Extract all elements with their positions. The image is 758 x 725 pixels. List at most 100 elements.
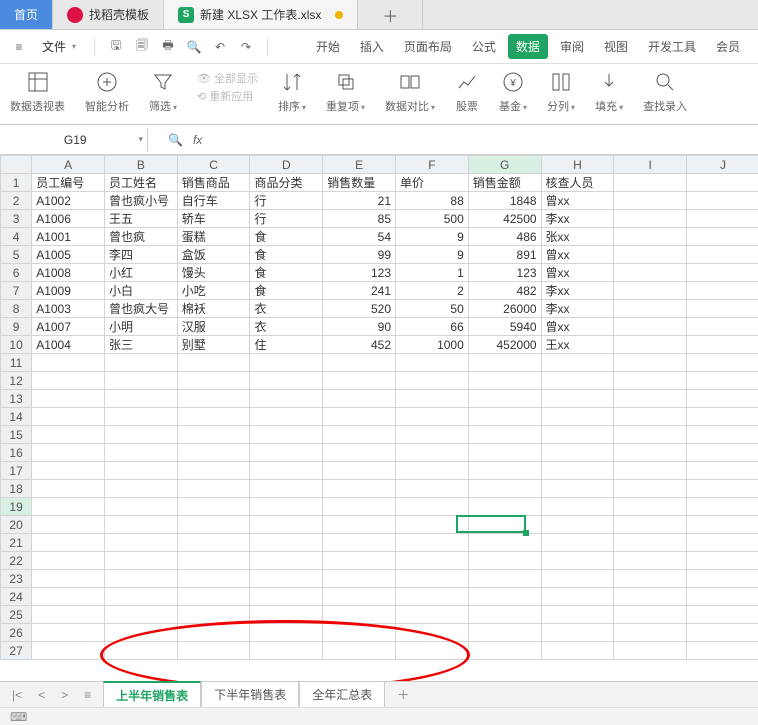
cell[interactable]: [687, 570, 758, 588]
cell[interactable]: 商品分类: [250, 174, 323, 192]
cell[interactable]: [32, 408, 105, 426]
cell[interactable]: 小白: [104, 282, 177, 300]
cell[interactable]: [104, 534, 177, 552]
cell[interactable]: 员工编号: [32, 174, 105, 192]
cell[interactable]: 李xx: [541, 300, 614, 318]
cell[interactable]: 54: [323, 228, 396, 246]
cell[interactable]: [250, 516, 323, 534]
cell[interactable]: [541, 354, 614, 372]
cell[interactable]: 520: [323, 300, 396, 318]
cell[interactable]: [614, 372, 687, 390]
cell[interactable]: [396, 516, 469, 534]
cell[interactable]: [177, 462, 250, 480]
cell[interactable]: A1002: [32, 192, 105, 210]
cell[interactable]: 90: [323, 318, 396, 336]
cell[interactable]: 李四: [104, 246, 177, 264]
cell[interactable]: [541, 498, 614, 516]
cell[interactable]: A1004: [32, 336, 105, 354]
row-header[interactable]: 16: [1, 444, 32, 462]
cell[interactable]: [687, 246, 758, 264]
cell[interactable]: [468, 624, 541, 642]
sheet-tab[interactable]: 下半年销售表: [201, 681, 299, 708]
cell[interactable]: 别墅: [177, 336, 250, 354]
cell[interactable]: [396, 372, 469, 390]
cell[interactable]: 曾xx: [541, 318, 614, 336]
cell[interactable]: [541, 606, 614, 624]
cell[interactable]: [687, 624, 758, 642]
row-header[interactable]: 8: [1, 300, 32, 318]
print-icon[interactable]: 🖶: [159, 38, 177, 56]
cell[interactable]: [468, 408, 541, 426]
cell[interactable]: [687, 372, 758, 390]
tool-smart[interactable]: 智能分析: [85, 70, 129, 114]
cell[interactable]: [541, 642, 614, 660]
cell[interactable]: [614, 246, 687, 264]
cell[interactable]: [687, 642, 758, 660]
cell[interactable]: [323, 408, 396, 426]
cell[interactable]: [323, 480, 396, 498]
column-header[interactable]: E: [323, 156, 396, 174]
cell[interactable]: [468, 516, 541, 534]
ribbon-tab-7[interactable]: 开发工具: [640, 34, 704, 59]
cell[interactable]: [468, 606, 541, 624]
sheet-nav-next[interactable]: >: [57, 688, 72, 702]
column-header[interactable]: H: [541, 156, 614, 174]
cell[interactable]: [250, 462, 323, 480]
cell[interactable]: [687, 210, 758, 228]
cell[interactable]: [541, 444, 614, 462]
cell[interactable]: 123: [323, 264, 396, 282]
cell[interactable]: [250, 354, 323, 372]
cell[interactable]: [614, 462, 687, 480]
select-all-cell[interactable]: [1, 156, 32, 174]
cell[interactable]: 88: [396, 192, 469, 210]
cell[interactable]: [614, 426, 687, 444]
tool-compare[interactable]: 数据对比: [385, 70, 435, 114]
cell[interactable]: [687, 192, 758, 210]
cell[interactable]: [396, 570, 469, 588]
row-header[interactable]: 11: [1, 354, 32, 372]
save-icon[interactable]: 🖫: [107, 38, 125, 56]
cell[interactable]: [250, 588, 323, 606]
cell[interactable]: 26000: [468, 300, 541, 318]
row-header[interactable]: 22: [1, 552, 32, 570]
cell[interactable]: [250, 408, 323, 426]
cell[interactable]: 50: [396, 300, 469, 318]
row-header[interactable]: 3: [1, 210, 32, 228]
cell[interactable]: A1008: [32, 264, 105, 282]
cell[interactable]: [687, 516, 758, 534]
cell[interactable]: [32, 426, 105, 444]
cell[interactable]: [104, 462, 177, 480]
cell[interactable]: [541, 480, 614, 498]
cell[interactable]: 2: [396, 282, 469, 300]
cell[interactable]: 1000: [396, 336, 469, 354]
cell[interactable]: [687, 354, 758, 372]
row-header[interactable]: 6: [1, 264, 32, 282]
cell[interactable]: 食: [250, 246, 323, 264]
tool-pivot[interactable]: 数据透视表: [10, 70, 65, 114]
cell[interactable]: [323, 642, 396, 660]
cell[interactable]: [541, 570, 614, 588]
cell[interactable]: [323, 444, 396, 462]
tool-filter[interactable]: 筛选: [149, 70, 177, 114]
cell[interactable]: [468, 372, 541, 390]
cell[interactable]: [687, 174, 758, 192]
cell[interactable]: [614, 588, 687, 606]
cell[interactable]: [687, 462, 758, 480]
cell[interactable]: [250, 552, 323, 570]
cell[interactable]: [323, 552, 396, 570]
cell[interactable]: [323, 372, 396, 390]
cell[interactable]: [250, 570, 323, 588]
tool-find[interactable]: 查找录入: [643, 70, 687, 114]
row-header[interactable]: 19: [1, 498, 32, 516]
cell[interactable]: A1001: [32, 228, 105, 246]
cell[interactable]: [541, 462, 614, 480]
cell[interactable]: 销售商品: [177, 174, 250, 192]
cell[interactable]: 衣: [250, 318, 323, 336]
cell[interactable]: 员工姓名: [104, 174, 177, 192]
cell[interactable]: [104, 408, 177, 426]
cell[interactable]: [250, 426, 323, 444]
column-header[interactable]: D: [250, 156, 323, 174]
spreadsheet-grid[interactable]: ABCDEFGHIJ1员工编号员工姓名销售商品商品分类销售数量单价销售金额核查人…: [0, 155, 758, 695]
cell[interactable]: [104, 552, 177, 570]
ribbon-tab-3[interactable]: 公式: [464, 34, 504, 59]
